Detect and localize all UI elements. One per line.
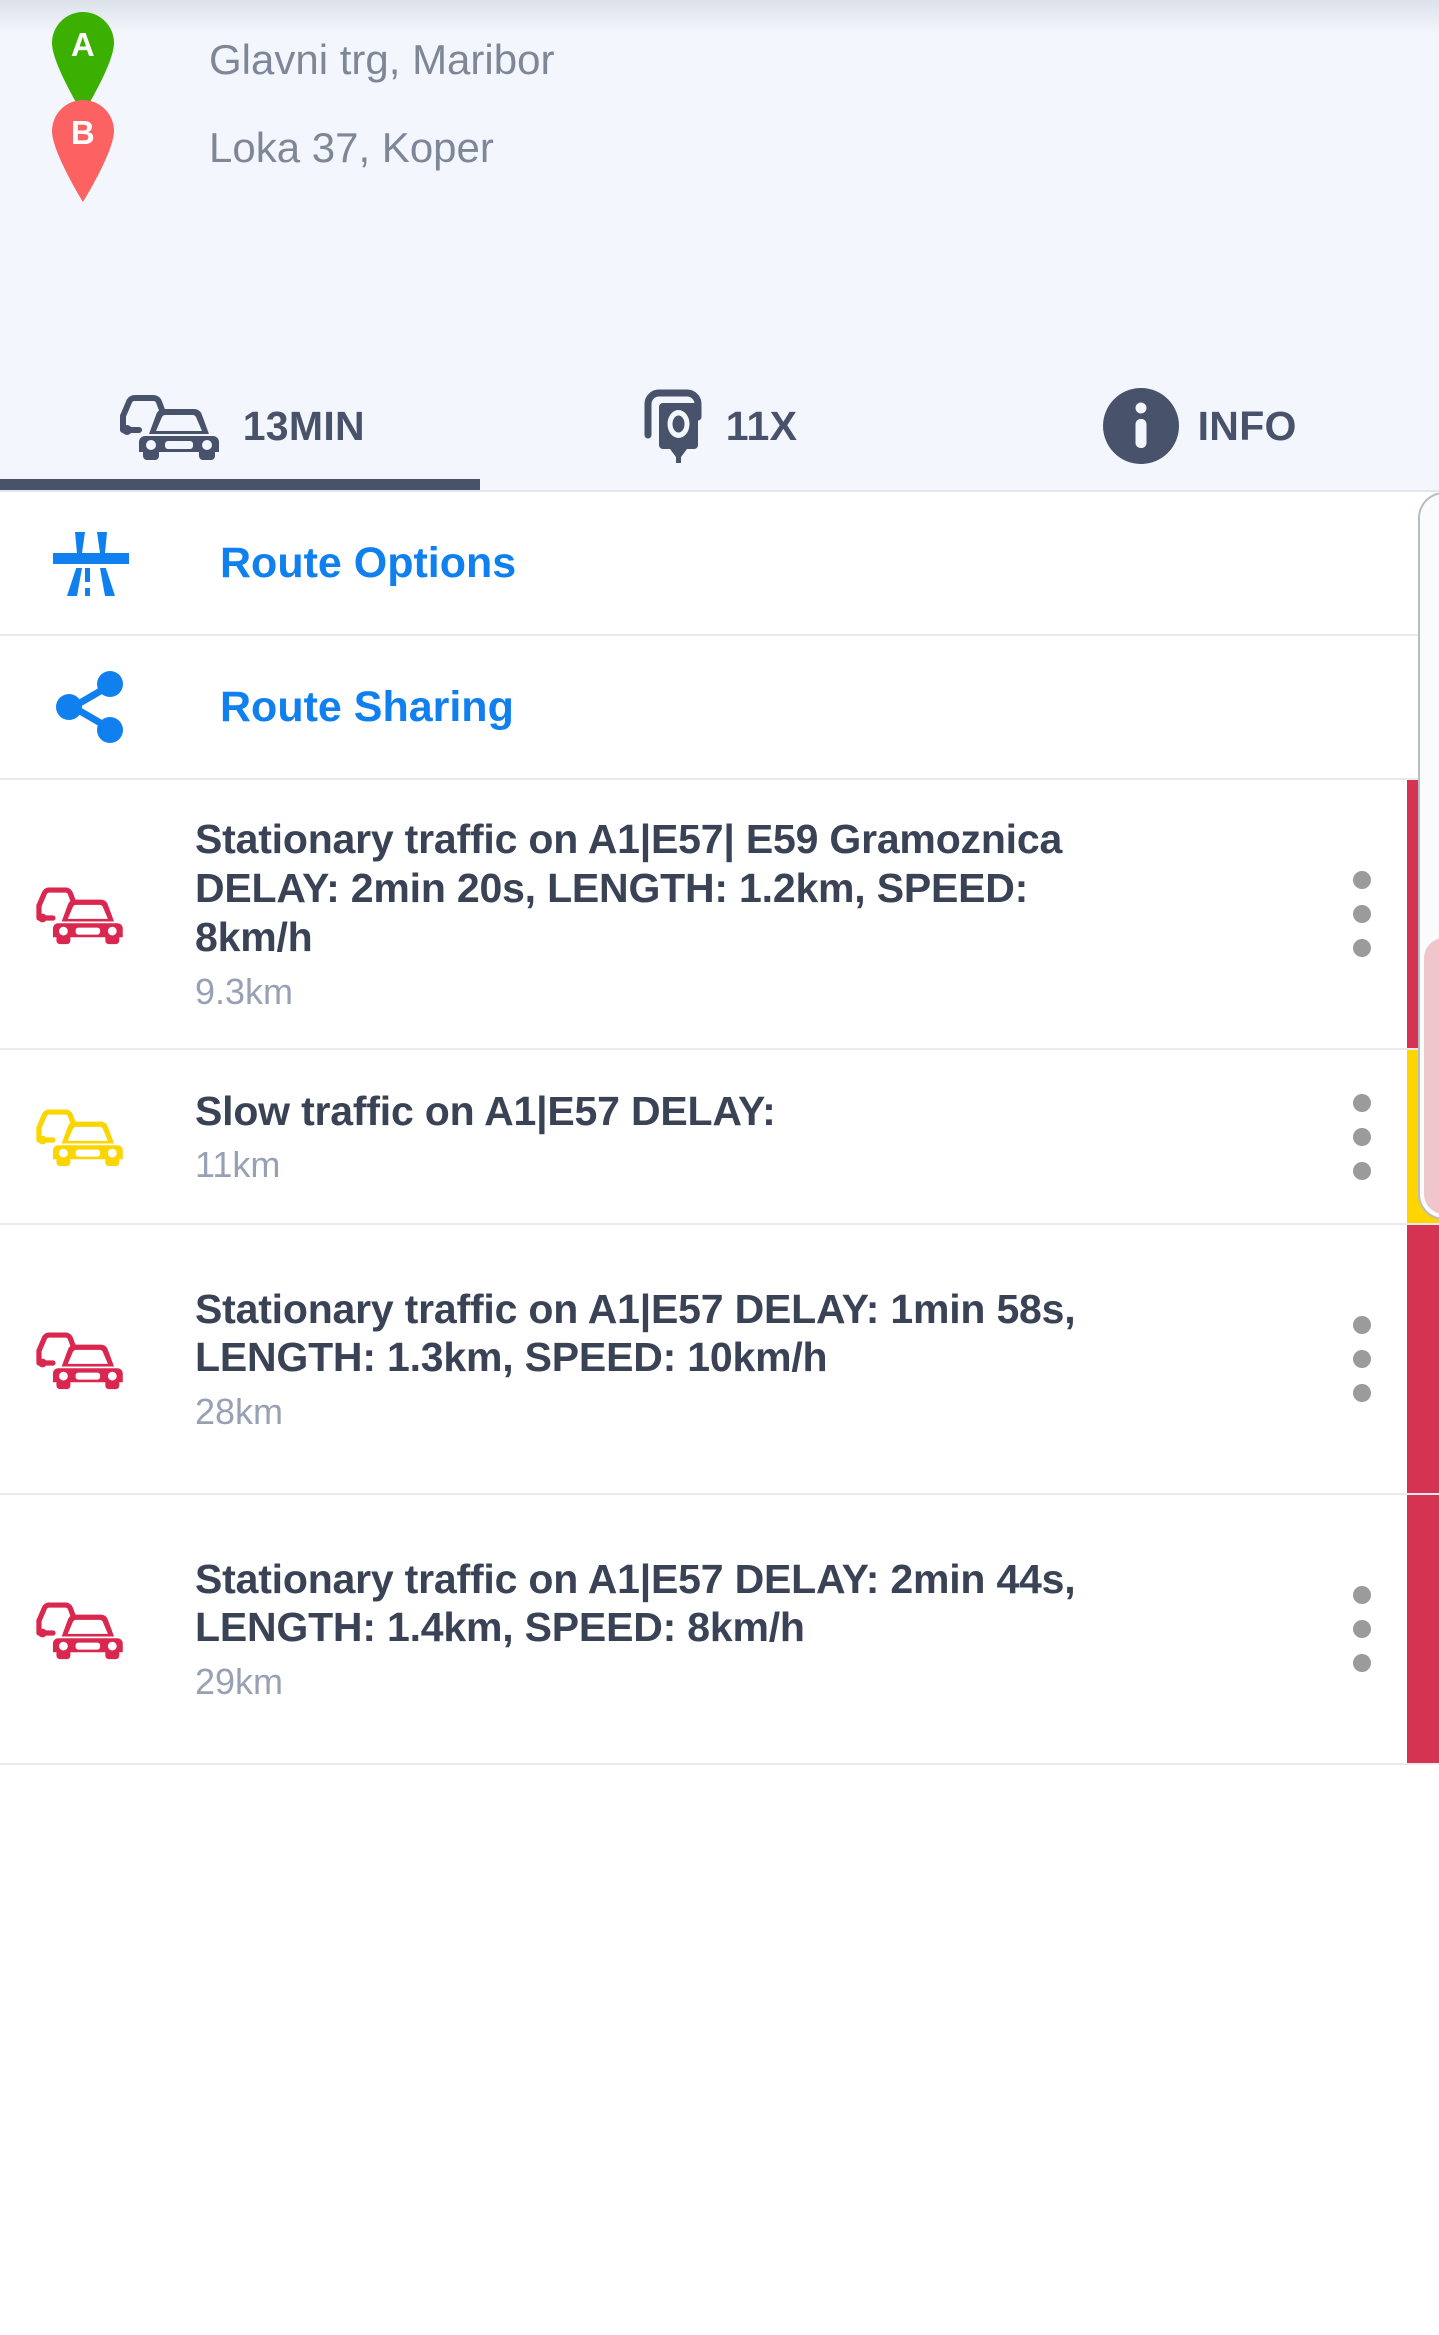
incident-menu-button[interactable] <box>1353 1316 1371 1402</box>
dot <box>1353 1654 1371 1672</box>
incident-row[interactable]: Stationary traffic on A1|E57 DELAY: 1min… <box>0 1225 1439 1495</box>
incident-body: Stationary traffic on A1|E57| E59 Gramoz… <box>195 811 1095 1017</box>
dot <box>1353 1093 1371 1112</box>
incident-distance: 9.3km <box>195 970 294 1012</box>
dot <box>1353 1620 1371 1638</box>
incident-distance: 28km <box>195 1391 284 1433</box>
incident-menu-button[interactable] <box>1353 871 1371 957</box>
incident-row[interactable]: Stationary traffic on A1|E57 DELAY: 2min… <box>0 1495 1439 1765</box>
incident-severity-bar <box>1407 1225 1439 1493</box>
tab-traffic[interactable]: 13MIN <box>0 362 480 490</box>
menu-item-route-options-label: Route Options <box>220 538 517 587</box>
tab-cameras[interactable]: 11X <box>480 362 960 490</box>
traffic-cars-icon <box>25 1598 135 1661</box>
traffic-cars-icon <box>25 1328 135 1391</box>
incident-body: Stationary traffic on A1|E57 DELAY: 1min… <box>195 1281 1095 1438</box>
incident-row[interactable]: Stationary traffic on A1|E57| E59 Gramoz… <box>0 780 1439 1050</box>
share-icon <box>36 665 146 749</box>
dot <box>1353 1316 1371 1334</box>
incident-severity-bar <box>1407 1495 1439 1763</box>
menu-item-route-sharing-label: Route Sharing <box>220 682 514 731</box>
incident-menu-button[interactable] <box>1353 1586 1371 1672</box>
destination-pin-letter: B <box>70 114 96 151</box>
incident-title: Stationary traffic on A1|E57| E59 Gramoz… <box>195 816 1063 960</box>
dot <box>1353 1161 1371 1180</box>
destination-pin-icon: B <box>46 94 120 202</box>
tab-traffic-label: 13MIN <box>242 402 365 449</box>
incident-title: Stationary traffic on A1|E57 DELAY: 2min… <box>195 1555 1076 1651</box>
dot <box>1353 1350 1371 1368</box>
tab-cameras-label: 11X <box>725 402 798 449</box>
dot <box>1353 871 1371 889</box>
motorway-icon <box>36 524 146 602</box>
tab-info[interactable]: INFO <box>959 362 1439 490</box>
route-details-list: Route Options Route Sharing Stationary t… <box>0 492 1439 2335</box>
incident-title: Slow traffic on A1|E57 DELAY: <box>195 1087 776 1134</box>
destination-row[interactable]: B Loka 37, Koper <box>0 88 1000 208</box>
incident-distance: 29km <box>195 1661 284 1703</box>
list-scrollbar-thumb[interactable] <box>1424 938 1439 1214</box>
dot <box>1353 1127 1371 1146</box>
menu-item-route-options[interactable]: Route Options <box>0 492 1439 636</box>
incident-menu-button[interactable] <box>1353 1093 1371 1180</box>
dot <box>1353 905 1371 923</box>
dot <box>1353 1384 1371 1402</box>
route-endpoints-header: A Glavni trg, Maribor B Loka 37, Koper 1… <box>0 0 1439 491</box>
tab-bar: 13MIN 11X INFO <box>0 362 1439 490</box>
traffic-cars-icon <box>25 883 135 946</box>
incident-body: Stationary traffic on A1|E57 DELAY: 2min… <box>195 1551 1095 1708</box>
speed-camera-icon <box>644 389 702 463</box>
incident-title: Stationary traffic on A1|E57 DELAY: 1min… <box>195 1285 1076 1381</box>
route-details-screen: A Glavni trg, Maribor B Loka 37, Koper 1… <box>0 0 1439 2335</box>
tab-info-label: INFO <box>1197 402 1297 449</box>
dot <box>1353 1586 1371 1604</box>
dot <box>1353 939 1371 957</box>
origin-pin-letter: A <box>70 26 96 63</box>
menu-item-route-sharing[interactable]: Route Sharing <box>0 636 1439 780</box>
traffic-cars-icon <box>119 395 219 460</box>
origin-address: Glavni trg, Maribor <box>209 36 555 83</box>
incident-distance: 11km <box>195 1144 281 1186</box>
destination-address: Loka 37, Koper <box>209 124 494 171</box>
traffic-cars-icon <box>25 1105 135 1168</box>
incident-row[interactable]: Slow traffic on A1|E57 DELAY: 11km <box>0 1050 1439 1225</box>
incident-body: Slow traffic on A1|E57 DELAY: 11km <box>195 1083 1095 1191</box>
info-circle-icon <box>1102 388 1179 464</box>
